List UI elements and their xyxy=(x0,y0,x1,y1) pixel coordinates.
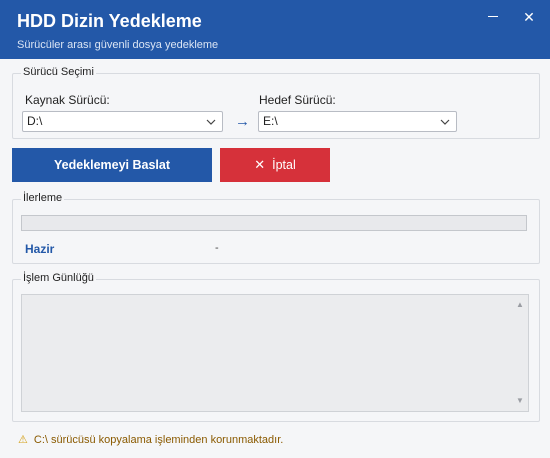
cancel-button[interactable]: ✕ İptal xyxy=(220,148,330,182)
app-title: HDD Dizin Yedekleme xyxy=(17,11,202,31)
scroll-up-icon[interactable]: ▲ xyxy=(512,297,528,313)
drive-selection-legend: Sürücü Seçimi xyxy=(21,66,96,78)
status-text: Hazir xyxy=(25,242,55,256)
cancel-label: İptal xyxy=(272,158,296,172)
progress-legend: İlerleme xyxy=(21,192,65,204)
chevron-down-icon xyxy=(438,113,452,130)
title-bar: HDD Dizin Yedekleme Sürücüler arası güve… xyxy=(0,0,550,59)
arrow-right-icon: → xyxy=(235,113,250,130)
status-detail: - xyxy=(215,242,219,254)
log-scrollbar[interactable]: ▲ ▼ xyxy=(512,295,528,411)
progress-group: İlerleme Hazir - xyxy=(12,192,540,264)
close-icon[interactable]: ✕ xyxy=(519,7,539,27)
app-subtitle: Sürücüler arası güvenli dosya yedekleme xyxy=(17,39,219,51)
source-drive-label: Kaynak Sürücü: xyxy=(25,93,110,107)
log-legend: İşlem Günlüğü xyxy=(21,272,96,284)
source-drive-value: D:\ xyxy=(27,114,43,128)
close-icon: ✕ xyxy=(254,157,266,172)
drive-selection-group: Sürücü Seçimi Kaynak Sürücü: D:\ Hedef S… xyxy=(12,66,540,139)
warning-text: C:\ sürücüsü kopyalama işleminden korunm… xyxy=(33,434,284,446)
protection-warning: ⚠ C:\ sürücüsü kopyalama işleminden korun… xyxy=(18,433,283,446)
progress-bar xyxy=(21,215,527,231)
target-drive-value: E:\ xyxy=(263,114,278,128)
scroll-down-icon[interactable]: ▼ xyxy=(512,393,528,409)
start-backup-button[interactable]: Yedeklemeyi Baslat xyxy=(12,148,212,182)
target-drive-label: Hedef Sürücü: xyxy=(259,93,336,107)
target-drive-select[interactable]: E:\ xyxy=(258,111,457,132)
log-group: İşlem Günlüğü ▲ ▼ xyxy=(12,272,540,422)
minimize-icon[interactable] xyxy=(483,7,503,27)
log-textarea[interactable]: ▲ ▼ xyxy=(21,294,529,412)
source-drive-select[interactable]: D:\ xyxy=(22,111,223,132)
warning-icon: ⚠ xyxy=(18,434,28,446)
chevron-down-icon xyxy=(204,113,218,130)
